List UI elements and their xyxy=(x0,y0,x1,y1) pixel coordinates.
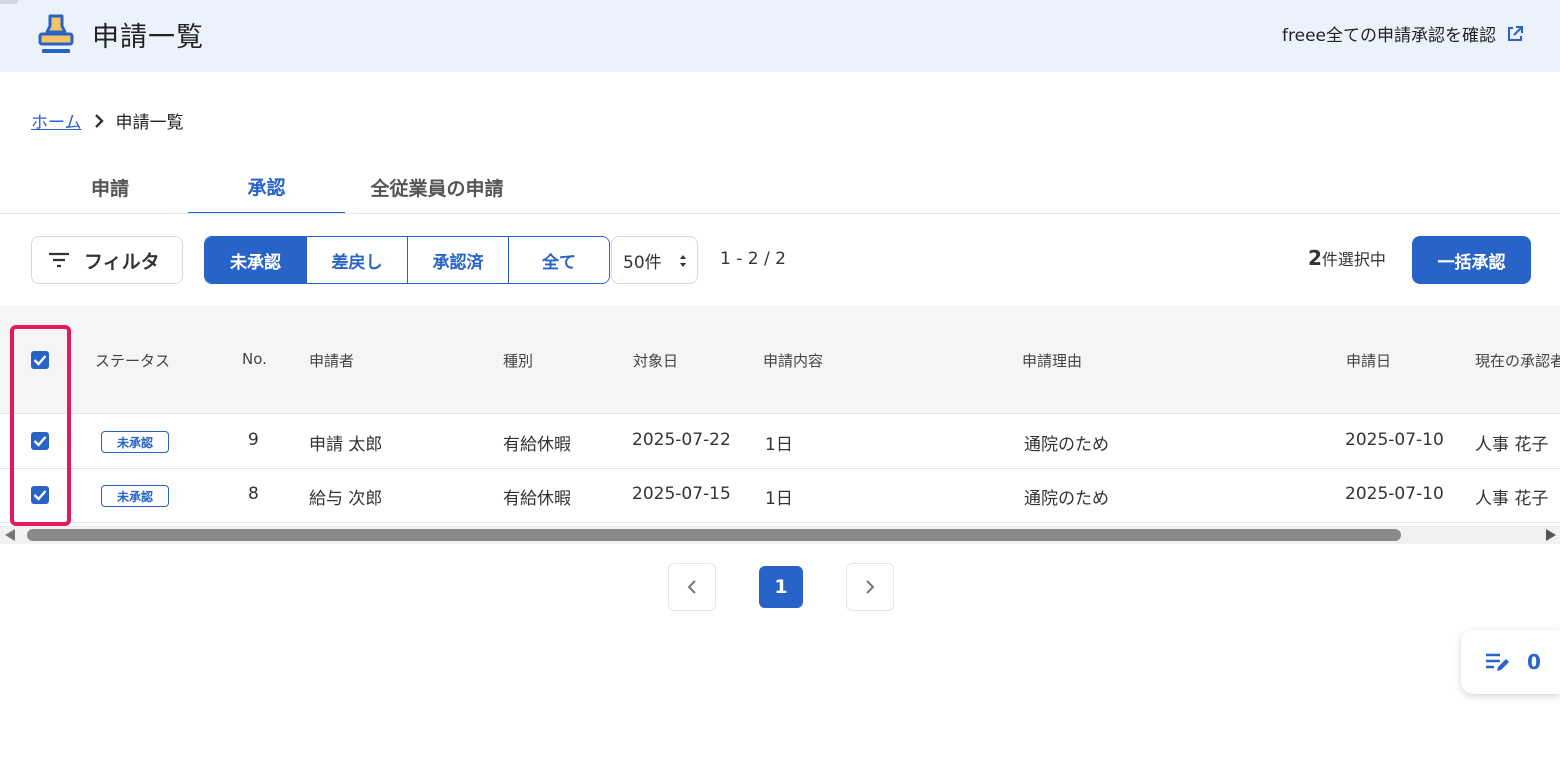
scroll-right-arrow[interactable] xyxy=(1546,529,1556,541)
cell-content: 1日 xyxy=(765,489,793,509)
edit-list-icon xyxy=(1486,653,1509,671)
chevron-right-icon xyxy=(92,113,106,128)
column-header-type: 種別 xyxy=(503,352,534,370)
cell-no: 9 xyxy=(248,430,259,450)
per-page-value: 50件 xyxy=(623,252,662,273)
status-filter-group: 未承認 差戻し 承認済 全て xyxy=(204,236,610,284)
status-badge: 未承認 xyxy=(101,485,169,507)
status-filter-approved[interactable]: 承認済 xyxy=(407,237,508,283)
column-header-current-approver: 現在の承認者 xyxy=(1475,352,1560,370)
breadcrumb-current: 申請一覧 xyxy=(115,113,184,133)
tab-divider xyxy=(0,213,1560,214)
app-header: 申請一覧 freee全ての申請承認を確認 xyxy=(0,0,1560,72)
filter-button[interactable]: フィルタ xyxy=(31,236,183,284)
cell-current-approver: 人事 花子 xyxy=(1475,435,1549,455)
cell-target-date: 2025-07-22 xyxy=(632,430,731,450)
cell-current-approver: 人事 花子 xyxy=(1475,489,1549,509)
status-badge: 未承認 xyxy=(101,431,169,453)
status-filter-unapproved[interactable]: 未承認 xyxy=(205,237,306,283)
cell-type: 有給休暇 xyxy=(503,435,571,455)
cell-applicant: 申請 太郎 xyxy=(309,435,383,455)
table-row[interactable]: 未承認 9 申請 太郎 有給休暇 2025-07-22 1日 通院のため 202… xyxy=(0,415,1560,469)
check-icon xyxy=(33,355,47,366)
tab-all-employee-requests[interactable]: 全従業員の申請 xyxy=(345,160,529,214)
requests-table: ステータス No. 申請者 種別 対象日 申請内容 申請理由 申請日 現在の承認… xyxy=(0,306,1560,546)
cell-no: 8 xyxy=(248,484,259,504)
tab-requests[interactable]: 申請 xyxy=(32,160,188,214)
selection-count-suffix: 件選択中 xyxy=(1321,250,1386,269)
check-icon xyxy=(33,436,47,447)
filter-icon xyxy=(49,252,69,268)
stamp-icon xyxy=(38,14,74,53)
floating-widget-count: 0 xyxy=(1527,650,1541,674)
freee-all-requests-link[interactable]: freee全ての申請承認を確認 xyxy=(1282,21,1524,46)
column-header-status: ステータス xyxy=(95,352,171,370)
result-range: 1 - 2 / 2 xyxy=(720,249,786,269)
previous-page-button[interactable] xyxy=(668,563,716,611)
page-number-button[interactable]: 1 xyxy=(759,566,803,608)
cell-applied-date: 2025-07-10 xyxy=(1345,484,1444,504)
tab-approvals[interactable]: 承認 xyxy=(188,160,345,214)
select-arrows-icon xyxy=(680,255,686,267)
external-link-icon xyxy=(1508,25,1523,41)
cell-applicant: 給与 次郎 xyxy=(309,489,383,509)
horizontal-scrollbar[interactable] xyxy=(0,526,1560,544)
cell-type: 有給休暇 xyxy=(503,489,571,509)
floating-draft-widget[interactable]: 0 xyxy=(1461,630,1560,694)
cell-reason: 通院のため xyxy=(1024,435,1109,455)
next-page-button[interactable] xyxy=(846,563,894,611)
status-filter-returned[interactable]: 差戻し xyxy=(306,237,407,283)
scrollbar-thumb[interactable] xyxy=(27,529,1401,541)
cell-content: 1日 xyxy=(765,435,793,455)
selection-count: 2件選択中 xyxy=(1308,246,1386,270)
row-checkbox[interactable] xyxy=(31,432,49,450)
chevron-left-icon xyxy=(687,580,696,594)
column-header-no: No. xyxy=(242,350,267,368)
bulk-approve-button[interactable]: 一括承認 xyxy=(1412,236,1531,284)
per-page-select[interactable]: 50件 xyxy=(611,236,698,284)
table-header: ステータス No. 申請者 種別 対象日 申請内容 申請理由 申請日 現在の承認… xyxy=(0,306,1560,414)
column-header-applicant: 申請者 xyxy=(309,352,355,370)
column-header-content: 申請内容 xyxy=(763,352,824,370)
filter-button-label: フィルタ xyxy=(84,250,160,273)
breadcrumb-home-link[interactable]: ホーム xyxy=(31,108,82,133)
toolbar: フィルタ 未承認 差戻し 承認済 全て 50件 1 - 2 / 2 2件選択中 … xyxy=(0,236,1560,284)
column-header-applied-date: 申請日 xyxy=(1346,352,1392,370)
status-filter-all[interactable]: 全て xyxy=(508,237,609,283)
scroll-left-arrow[interactable] xyxy=(5,529,15,541)
freee-all-requests-link-label: freee全ての申請承認を確認 xyxy=(1282,26,1496,46)
cell-reason: 通院のため xyxy=(1024,489,1109,509)
breadcrumb: ホーム 申請一覧 xyxy=(31,108,184,133)
select-all-checkbox[interactable] xyxy=(31,351,49,369)
column-header-target-date: 対象日 xyxy=(633,352,679,370)
corner-mark xyxy=(0,0,18,4)
page-title: 申請一覧 xyxy=(92,22,204,53)
chevron-right-icon xyxy=(866,580,875,594)
table-row[interactable]: 未承認 8 給与 次郎 有給休暇 2025-07-15 1日 通院のため 202… xyxy=(0,469,1560,523)
cell-target-date: 2025-07-15 xyxy=(632,484,731,504)
column-header-reason: 申請理由 xyxy=(1022,352,1083,370)
check-icon xyxy=(33,490,47,501)
row-checkbox[interactable] xyxy=(31,486,49,504)
cell-applied-date: 2025-07-10 xyxy=(1345,430,1444,450)
selection-count-number: 2 xyxy=(1308,246,1322,270)
